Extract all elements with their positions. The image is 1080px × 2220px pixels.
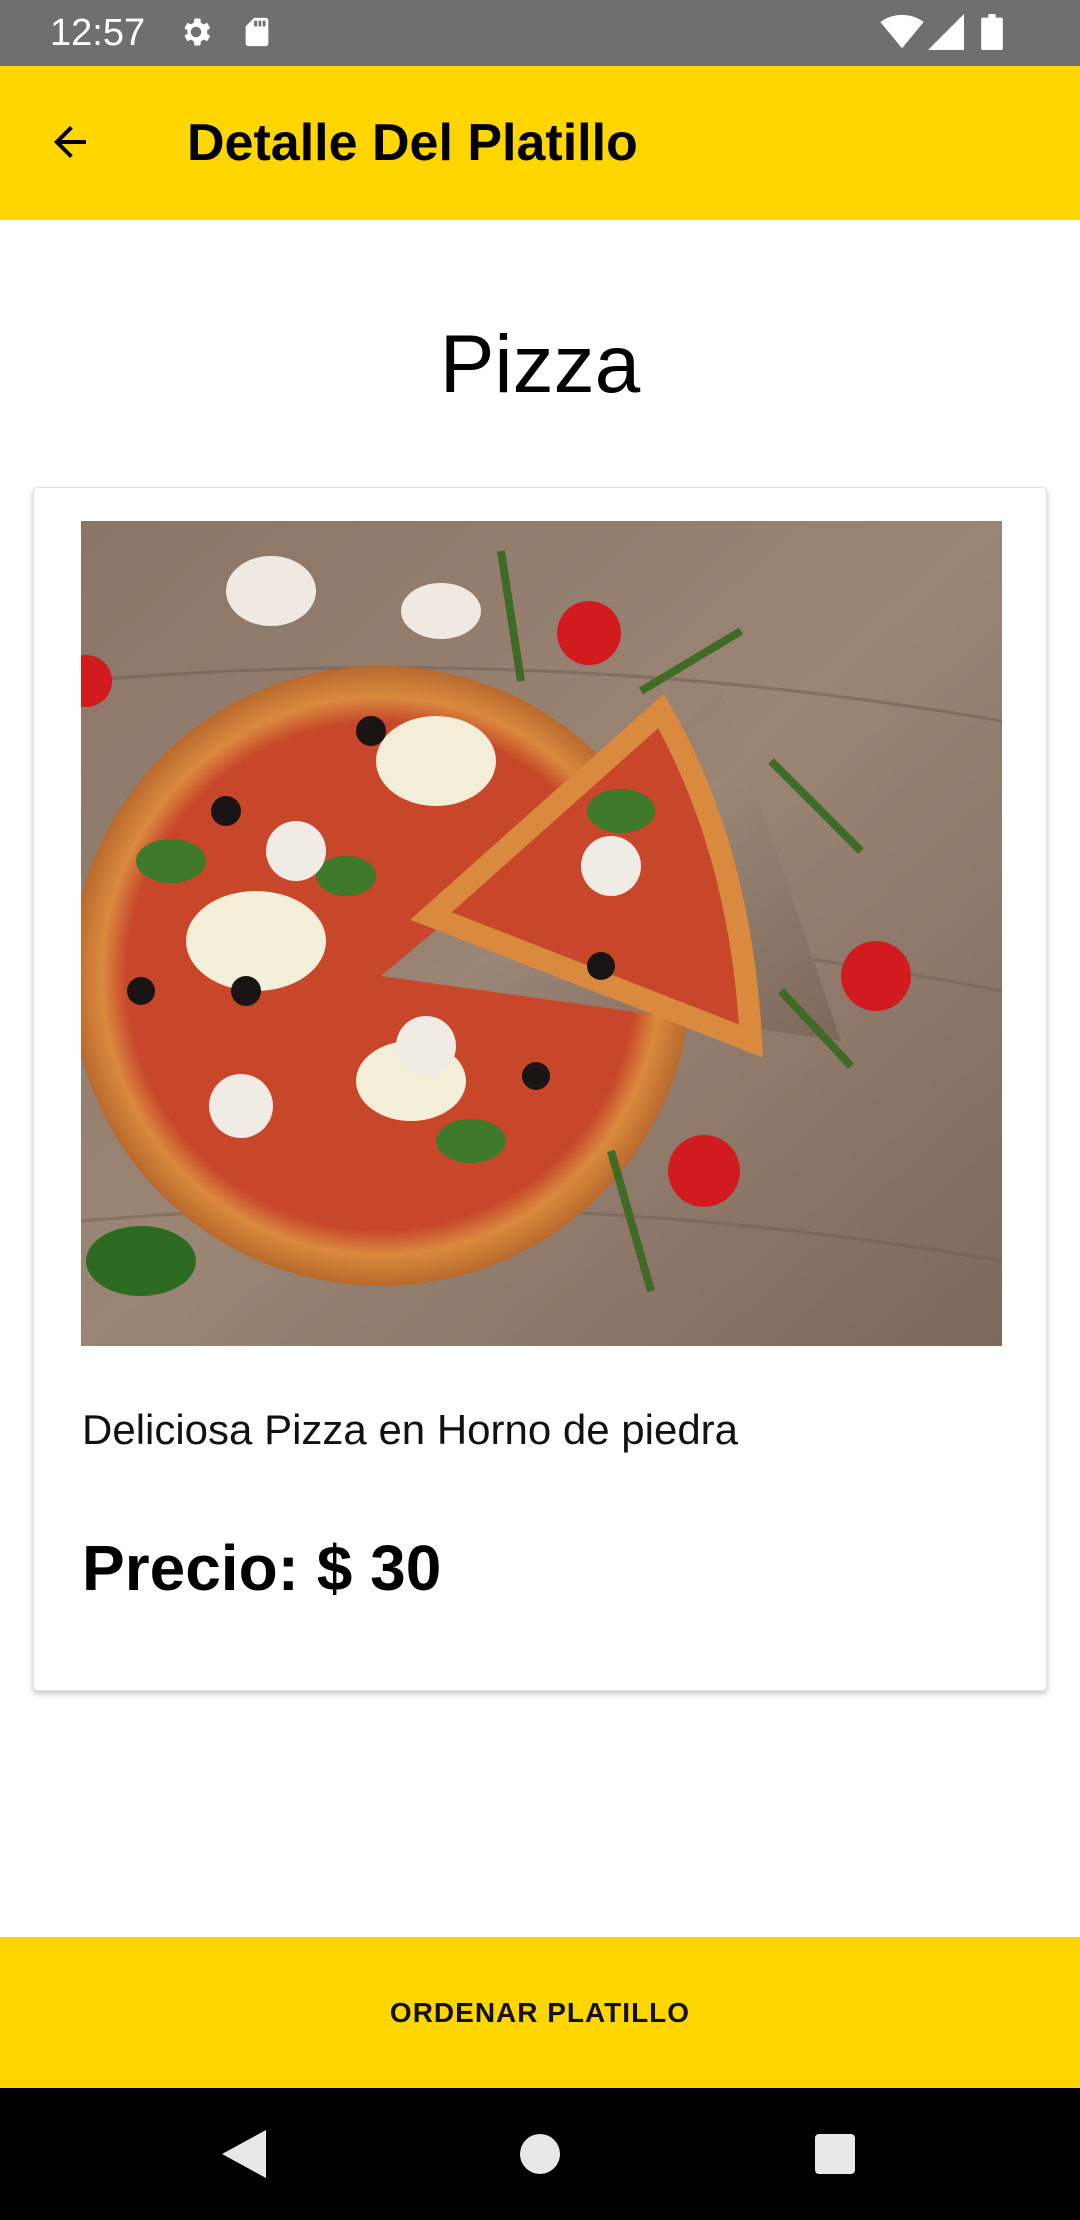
home-circle-icon [519,2133,561,2180]
dish-price: Precio: $ 30 [82,1532,442,1604]
back-triangle-icon [222,2129,266,2183]
order-dish-button[interactable]: ORDENAR PLATILLO [0,1937,1080,2088]
signal-icon [928,14,964,55]
back-button[interactable] [36,110,104,178]
recents-square-icon [814,2133,856,2180]
arrow-back-icon [46,118,94,171]
battery-icon [980,14,1004,55]
sd-card-icon [240,14,274,55]
wifi-icon [880,14,924,55]
page-title: Detalle Del Platillo [187,114,638,172]
nav-recents-button[interactable] [805,2126,865,2186]
nav-back-button[interactable] [214,2126,274,2186]
pizza-photo [81,521,1002,1346]
nav-home-button[interactable] [510,2126,570,2186]
dish-description: Deliciosa Pizza en Horno de piedra [82,1406,739,1453]
dish-card: Deliciosa Pizza en Horno de piedra Preci… [33,487,1047,1691]
status-bar: 12:57 [0,0,1080,66]
dish-name: Pizza [439,319,641,410]
system-nav-bar [0,2088,1080,2220]
gear-icon [178,14,214,55]
app-bar: Detalle Del Platillo [0,66,1080,220]
status-time: 12:57 [50,12,146,54]
